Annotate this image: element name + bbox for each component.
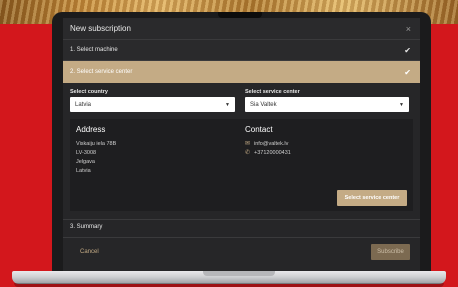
select-row: Select country Latvia ▼ Select service c… <box>63 83 420 119</box>
laptop-shadow <box>14 283 444 287</box>
step-label: 3. Summary <box>70 223 103 230</box>
service-center-select[interactable]: Sia Valtek ▼ <box>245 97 409 112</box>
cancel-button[interactable]: Cancel <box>80 249 99 255</box>
phone-icon: ✆ <box>245 150 251 156</box>
subscription-modal: New subscription × 1. Select machine ✔ 2… <box>63 18 420 271</box>
contact-phone-row: ✆ +37120000431 <box>245 149 395 158</box>
step-select-service-center[interactable]: 2. Select service center ✔ <box>63 61 420 83</box>
contact-title: Contact <box>245 125 273 134</box>
country-select-group: Select country Latvia ▼ <box>70 89 235 119</box>
address-line: Viskaiju iela 78B <box>76 141 117 147</box>
step-label: 1. Select machine <box>70 47 118 53</box>
check-icon: ✔ <box>404 67 411 77</box>
country-select[interactable]: Latvia ▼ <box>70 97 235 112</box>
step-summary[interactable]: 3. Summary <box>63 219 420 233</box>
close-icon[interactable]: × <box>406 24 411 34</box>
chevron-down-icon: ▼ <box>399 101 404 108</box>
service-center-label: Select service center <box>245 89 300 95</box>
address-section: Address Viskaiju iela 78B LV-3008 Jelgav… <box>76 125 245 205</box>
address-line: LV-3008 <box>76 150 97 156</box>
contact-email-row: ✉ info@valtek.lv <box>245 140 395 149</box>
address-line: Latvia <box>76 168 91 174</box>
country-label: Select country <box>70 89 108 95</box>
service-center-select-group: Select service center Sia Valtek ▼ <box>245 89 409 119</box>
step-select-machine[interactable]: 1. Select machine ✔ <box>63 40 420 61</box>
contact-email[interactable]: info@valtek.lv <box>254 140 288 149</box>
service-center-details: Address Viskaiju iela 78B LV-3008 Jelgav… <box>70 119 413 211</box>
step-label: 2. Select service center <box>70 69 133 75</box>
check-icon: ✔ <box>404 45 411 55</box>
address-line: Jelgava <box>76 159 95 165</box>
modal-header: New subscription × <box>63 18 420 40</box>
select-service-center-button[interactable]: Select service center <box>337 190 407 206</box>
chevron-down-icon: ▼ <box>225 101 230 108</box>
envelope-icon: ✉ <box>245 141 251 147</box>
subscribe-button[interactable]: Subscribe <box>371 243 410 260</box>
modal-title: New subscription <box>70 24 131 33</box>
contact-phone[interactable]: +37120000431 <box>254 149 291 158</box>
address-title: Address <box>76 125 106 134</box>
country-value: Latvia <box>75 101 92 108</box>
modal-footer: Cancel Subscribe <box>63 237 420 265</box>
service-center-value: Sia Valtek <box>250 101 277 108</box>
laptop-hinge-notch <box>203 271 275 276</box>
